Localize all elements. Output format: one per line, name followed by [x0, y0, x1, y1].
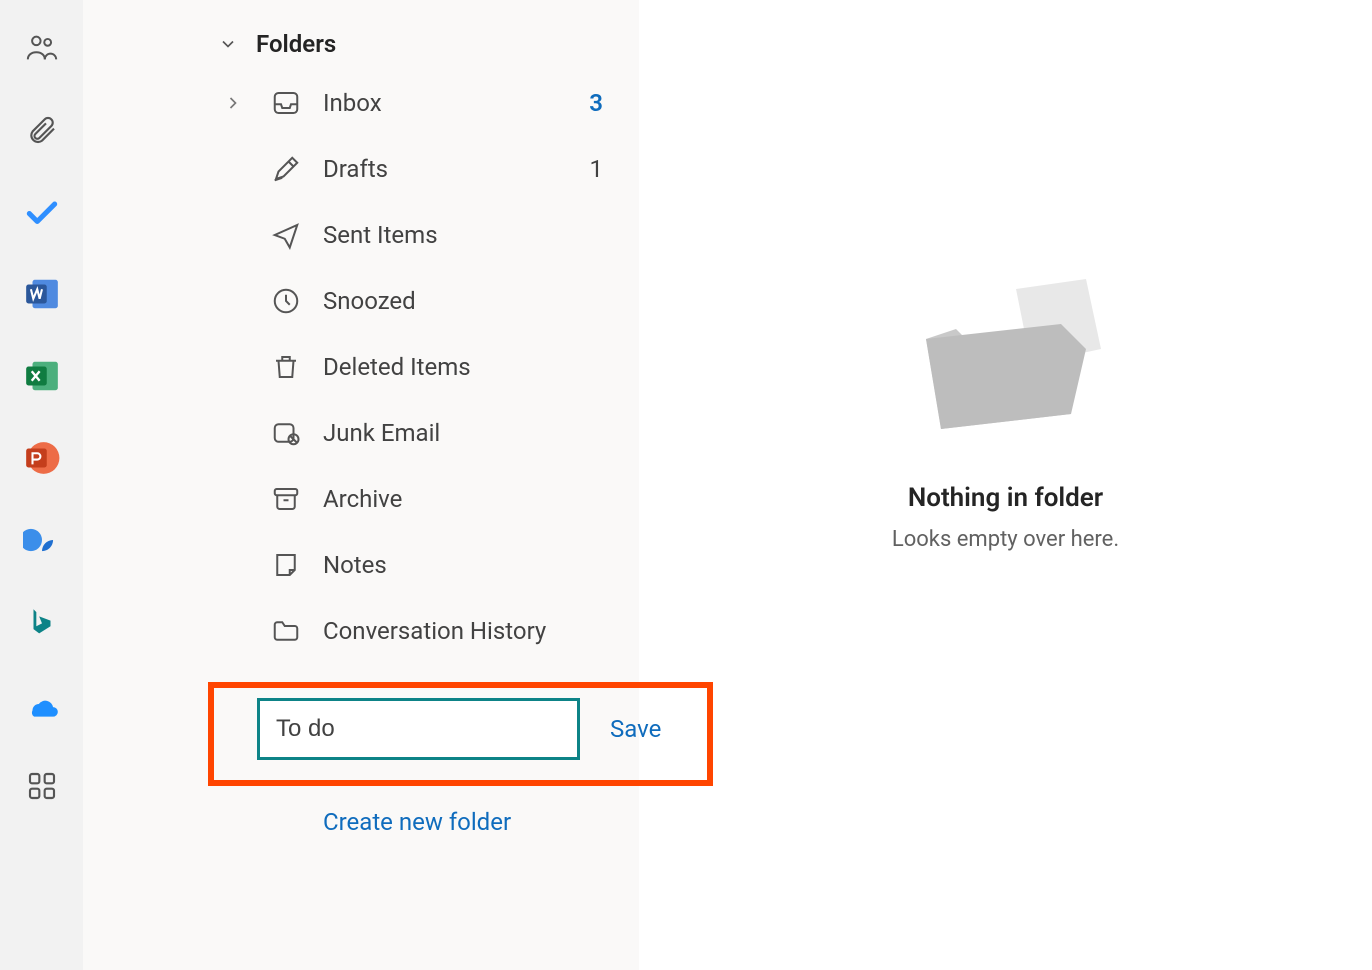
content-pane: Nothing in folder Looks empty over here. — [639, 0, 1372, 970]
folder-row-junk[interactable]: Junk Email — [83, 400, 638, 466]
apps-icon[interactable] — [22, 766, 62, 806]
new-folder-input[interactable] — [257, 698, 580, 760]
onedrive-icon[interactable] — [22, 684, 62, 724]
new-folder-highlight: Save — [208, 682, 713, 786]
folder-label: Snoozed — [323, 287, 608, 315]
create-new-folder-link[interactable]: Create new folder — [323, 808, 638, 836]
archive-icon — [271, 484, 301, 514]
viva-icon[interactable] — [22, 520, 62, 560]
app-rail — [0, 0, 83, 970]
chevron-down-icon — [218, 34, 238, 54]
notes-icon — [271, 550, 301, 580]
folders-header-label: Folders — [256, 30, 336, 58]
folder-row-snoozed[interactable]: Snoozed — [83, 268, 638, 334]
folder-label: Conversation History — [323, 617, 608, 645]
folder-row-inbox-wrapper: Inbox 3 — [83, 70, 638, 136]
folder-row-drafts[interactable]: Drafts 1 — [83, 136, 638, 202]
empty-folder-illustration — [896, 239, 1116, 459]
drafts-icon — [271, 154, 301, 184]
folder-label: Deleted Items — [323, 353, 608, 381]
deleted-icon — [271, 352, 301, 382]
folder-pane: Folders Inbox 3 Drafts 1 Sent Items Snoo… — [83, 0, 639, 970]
folder-label: Inbox — [323, 89, 589, 117]
empty-state-subtitle: Looks empty over here. — [892, 527, 1119, 552]
excel-icon[interactable] — [22, 356, 62, 396]
folders-header[interactable]: Folders — [83, 18, 638, 70]
folder-row-inbox[interactable]: Inbox 3 — [263, 70, 638, 136]
folder-label: Sent Items — [323, 221, 608, 249]
folder-label: Archive — [323, 485, 608, 513]
bing-icon[interactable] — [22, 602, 62, 642]
folder-count: 1 — [590, 155, 604, 183]
folder-row-archive[interactable]: Archive — [83, 466, 638, 532]
inbox-icon — [271, 88, 301, 118]
folder-label: Junk Email — [323, 419, 608, 447]
folder-count: 3 — [589, 89, 603, 117]
folder-row-notes[interactable]: Notes — [83, 532, 638, 598]
folder-icon — [271, 616, 301, 646]
save-button[interactable]: Save — [610, 715, 661, 743]
snoozed-icon — [271, 286, 301, 316]
people-icon[interactable] — [22, 28, 62, 68]
folder-row-conversation-history[interactable]: Conversation History — [83, 598, 638, 664]
word-icon[interactable] — [22, 274, 62, 314]
chevron-right-icon[interactable] — [223, 93, 243, 113]
todo-icon[interactable] — [22, 192, 62, 232]
attachment-icon[interactable] — [22, 110, 62, 150]
powerpoint-icon[interactable] — [22, 438, 62, 478]
junk-icon — [271, 418, 301, 448]
folder-label: Drafts — [323, 155, 590, 183]
folder-row-sent[interactable]: Sent Items — [83, 202, 638, 268]
empty-state-title: Nothing in folder — [908, 483, 1103, 513]
sent-icon — [271, 220, 301, 250]
folder-row-deleted[interactable]: Deleted Items — [83, 334, 638, 400]
folder-label: Notes — [323, 551, 608, 579]
